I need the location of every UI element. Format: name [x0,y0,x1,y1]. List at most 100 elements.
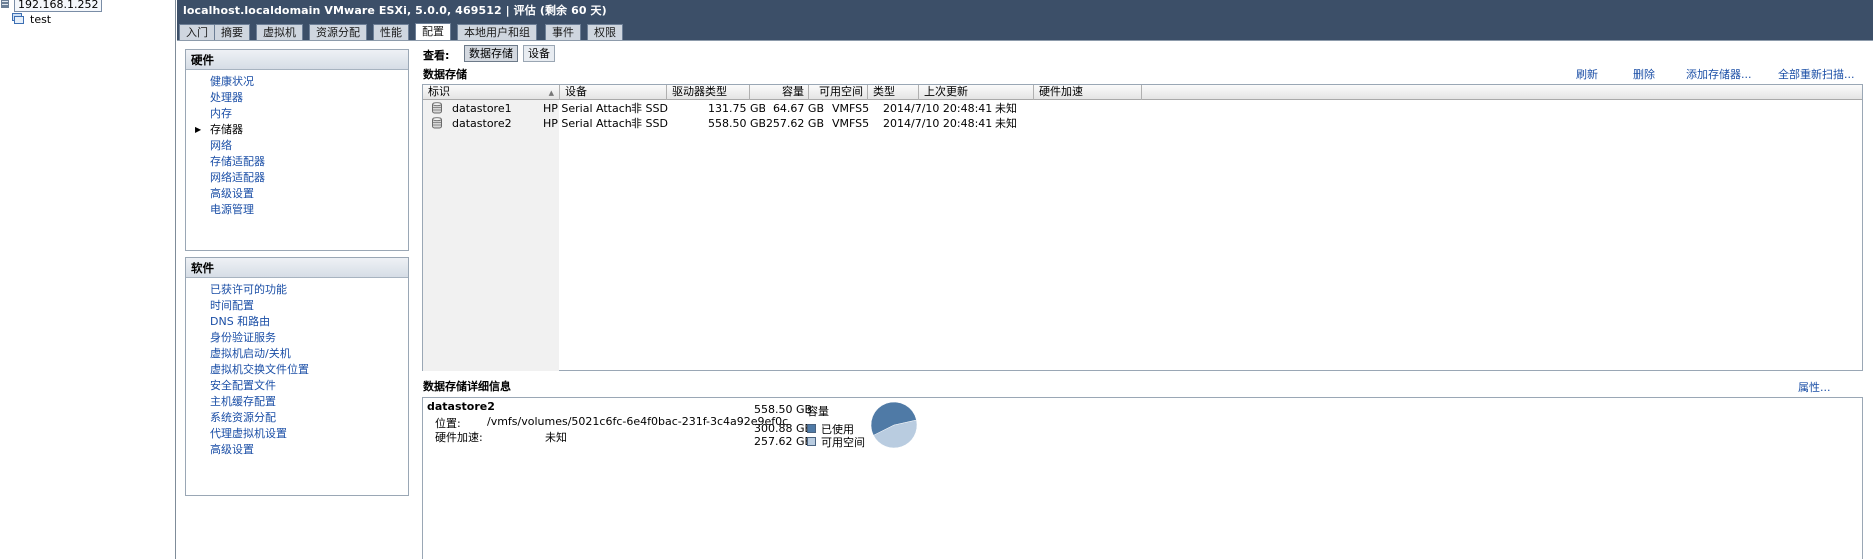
col-capacity[interactable]: 容量 [750,85,809,100]
hw-item-storage[interactable]: ▶ 存储器 [195,122,243,138]
used-legend-swatch [807,424,816,433]
host-icon [0,0,12,9]
tab-configuration[interactable]: 配置 [415,23,451,40]
cell-device: HP Serial Attached... [543,102,631,115]
tab-getting-started[interactable]: 入门 [179,24,215,40]
col-hardware-acceleration[interactable]: 硬件加速 [1034,85,1142,100]
cell-capacity: 131.75 GB [708,102,765,115]
details-location-value: /vmfs/volumes/5021c6fc-6e4f0bac-231f-3c4… [487,415,789,428]
sw-item-advanced-settings[interactable]: 高级设置 [210,442,254,458]
col-identification-label: 标识 [428,85,450,98]
cell-drive-type: 非 SSD [631,102,668,115]
view-devices-button[interactable]: 设备 [523,45,555,62]
col-identification[interactable]: 标识 ▲ [423,85,560,100]
sw-item-time-configuration[interactable]: 时间配置 [210,298,254,314]
tab-local-users-groups[interactable]: 本地用户和组 [457,24,537,40]
details-free-label: 可用空间 [821,436,865,449]
view-label: 查看: [423,49,450,62]
cell-free-space: 64.67 GB [772,102,824,115]
tab-events[interactable]: 事件 [545,24,581,40]
tree-host-label: 192.168.1.252 [14,0,103,12]
hw-item-power-management[interactable]: 电源管理 [210,202,254,218]
add-storage-link[interactable]: 添加存储器... [1686,66,1752,82]
table-header: 标识 ▲ 设备 驱动器类型 容量 可用空间 类型 上次更新 硬件加速 [423,85,1862,100]
sw-item-security-profile[interactable]: 安全配置文件 [210,378,276,394]
hw-item-storage-adapters[interactable]: 存储适配器 [210,154,265,170]
host-title: localhost.localdomain VMware ESXi, 5.0.0… [183,4,607,17]
tree-vm-node[interactable]: test [12,13,51,27]
tab-permissions[interactable]: 权限 [587,24,623,40]
datastores-title: 数据存储 [423,68,467,81]
details-capacity-value: 558.50 GB [754,403,813,416]
datastore-table: 标识 ▲ 设备 驱动器类型 容量 可用空间 类型 上次更新 硬件加速 datas… [422,84,1863,371]
tab-summary[interactable]: 摘要 [214,24,250,40]
properties-link[interactable]: 属性... [1798,379,1831,395]
cell-identification: datastore1 [452,102,512,115]
cell-type: VMFS5 [832,117,870,130]
datastore-icon [432,102,442,114]
details-datastore-name: datastore2 [427,400,495,413]
inventory-tree: 192.168.1.252 test [0,0,176,559]
sort-ascending-icon: ▲ [548,89,554,97]
cell-type: VMFS5 [832,102,870,115]
configuration-content: 硬件 健康状况 处理器 内存 ▶ 存储器 网络 存储适配器 网络适配器 高级设置… [177,40,1873,559]
selected-bullet-icon: ▶ [195,125,202,134]
details-capacity-label: 容量 [807,405,829,418]
software-panel: 软件 已获许可的功能 时间配置 DNS 和路由 身份验证服务 虚拟机启动/关机 … [185,257,409,496]
tab-performance[interactable]: 性能 [373,24,409,40]
sw-item-dns-routing[interactable]: DNS 和路由 [210,314,270,330]
tab-virtual-machines[interactable]: 虚拟机 [256,24,303,40]
vm-icon [12,13,24,24]
hardware-panel-title: 硬件 [186,50,408,70]
cell-capacity: 558.50 GB [708,117,765,130]
tree-host-node[interactable]: 192.168.1.252 [0,0,103,12]
tab-bar: 入门 摘要 虚拟机 资源分配 性能 配置 本地用户和组 事件 权限 [177,22,1873,40]
details-used-value: 300.88 GB [754,422,813,435]
hw-item-networking[interactable]: 网络 [210,138,232,154]
hardware-panel: 硬件 健康状况 处理器 内存 ▶ 存储器 网络 存储适配器 网络适配器 高级设置… [185,49,409,251]
cell-identification: datastore2 [452,117,512,130]
datastore-details-panel: datastore2 位置: /vmfs/volumes/5021c6fc-6e… [422,397,1863,559]
hw-item-storage-label: 存储器 [210,123,243,136]
sw-item-authentication[interactable]: 身份验证服务 [210,330,276,346]
delete-link[interactable]: 删除 [1633,66,1655,82]
cell-hardware-acceleration: 未知 [995,117,1017,130]
cell-drive-type: 非 SSD [631,117,668,130]
details-free-value: 257.62 GB [754,435,813,448]
cell-last-update: 2014/7/10 20:48:41 [883,102,993,115]
sw-item-vm-startup-shutdown[interactable]: 虚拟机启动/关机 [210,346,291,362]
host-header: localhost.localdomain VMware ESXi, 5.0.0… [177,0,1873,22]
col-free-space[interactable]: 可用空间 [809,85,868,100]
hw-item-network-adapters[interactable]: 网络适配器 [210,170,265,186]
sw-item-system-resource-allocation[interactable]: 系统资源分配 [210,410,276,426]
usage-pie-chart [870,401,918,449]
table-identifier-column-shade [423,100,559,371]
tree-vm-label: test [30,13,52,26]
software-panel-title: 软件 [186,258,408,278]
cell-last-update: 2014/7/10 20:48:41 [883,117,993,130]
col-type[interactable]: 类型 [868,85,919,100]
sw-item-host-cache[interactable]: 主机缓存配置 [210,394,276,410]
cell-device: HP Serial Attached... [543,117,631,130]
col-drive-type[interactable]: 驱动器类型 [667,85,750,100]
sw-item-vm-swapfile-location[interactable]: 虚拟机交换文件位置 [210,362,309,378]
sw-item-licensed-features[interactable]: 已获许可的功能 [210,282,287,298]
cell-free-space: 257.62 GB [765,117,824,130]
free-legend-swatch [807,437,816,446]
details-title: 数据存储详细信息 [423,380,511,393]
tab-resource-allocation[interactable]: 资源分配 [309,24,367,40]
refresh-link[interactable]: 刷新 [1576,66,1598,82]
details-hwaccel-value: 未知 [545,431,567,444]
col-device[interactable]: 设备 [560,85,667,100]
datastore-icon [432,117,442,129]
hw-item-memory[interactable]: 内存 [210,106,232,122]
hw-item-processors[interactable]: 处理器 [210,90,243,106]
sw-item-agent-vm-settings[interactable]: 代理虚拟机设置 [210,426,287,442]
view-datastores-button[interactable]: 数据存储 [464,45,518,62]
cell-hardware-acceleration: 未知 [995,102,1017,115]
col-last-update[interactable]: 上次更新 [919,85,1034,100]
rescan-all-link[interactable]: 全部重新扫描... [1778,66,1855,82]
details-hwaccel-label: 硬件加速: [435,431,483,444]
hw-item-health-status[interactable]: 健康状况 [210,74,254,90]
hw-item-advanced-settings[interactable]: 高级设置 [210,186,254,202]
